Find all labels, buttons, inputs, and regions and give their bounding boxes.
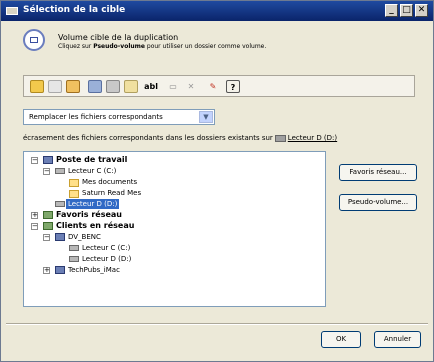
expand-icon[interactable]: + [43, 267, 50, 274]
folder-icon [69, 179, 79, 187]
tag-icon[interactable] [124, 80, 138, 93]
target-drive-link[interactable]: Lecteur D (D:) [288, 134, 337, 142]
computer-icon [55, 233, 65, 241]
drive-icon [55, 168, 65, 174]
favoris-reseau-button[interactable]: Favoris réseau... [339, 164, 417, 181]
tree-item-lecteur-c[interactable]: Lecteur C (C:) [68, 166, 116, 176]
tree-item-net-lecteur-c[interactable]: Lecteur C (C:) [82, 243, 130, 253]
tree-item-mes-documents[interactable]: Mes documents [82, 177, 137, 187]
header-title: Volume cible de la duplication [58, 33, 179, 42]
replace-mode-value: Remplacer les fichiers correspondants [29, 113, 163, 121]
expand-icon[interactable]: + [31, 212, 38, 219]
tree-item-poste-de-travail[interactable]: Poste de travail [56, 155, 127, 165]
collapse-icon[interactable]: − [43, 234, 50, 241]
tree-item-net-lecteur-d[interactable]: Lecteur D (D:) [82, 254, 131, 264]
cancel-button[interactable]: Annuler [374, 331, 421, 348]
toolbar: abl ▭ ✕ ✎ ? [23, 75, 415, 97]
network-icon [43, 211, 53, 219]
computer-icon [55, 266, 65, 274]
close-button[interactable]: ✕ [415, 4, 428, 17]
help-icon[interactable]: ? [226, 80, 240, 93]
delete-icon[interactable]: ✕ [184, 80, 198, 93]
volume-icon [23, 29, 45, 51]
copy-icon[interactable] [48, 80, 62, 93]
properties-icon[interactable] [106, 80, 120, 93]
header-subtitle: Cliquez sur Pseudo-volume pour utiliser … [58, 43, 267, 50]
tree-item-clients-en-reseau[interactable]: Clients en réseau [56, 221, 134, 231]
collapse-icon[interactable]: − [31, 157, 38, 164]
collapse-icon[interactable]: − [31, 223, 38, 230]
folder-icon[interactable] [66, 80, 80, 93]
window-icon [6, 7, 18, 15]
edit-icon[interactable]: ✎ [206, 80, 220, 93]
tree-item-lecteur-d-selected[interactable]: Lecteur D (D:) [66, 199, 120, 209]
replace-mode-select[interactable]: Remplacer les fichiers correspondants ▼ [23, 109, 215, 125]
tree-item-dv-benc[interactable]: DV_BENC [68, 232, 101, 242]
drive-icon [69, 245, 79, 251]
drive-icon [274, 134, 286, 142]
new-folder-icon[interactable] [30, 80, 44, 93]
folder-icon [69, 190, 79, 198]
ok-button[interactable]: OK [321, 331, 361, 348]
pseudo-volume-button[interactable]: Pseudo-volume... [339, 194, 417, 211]
comment-icon[interactable]: ▭ [166, 80, 180, 93]
description-text: écrasement des fichiers correspondants d… [23, 134, 338, 142]
rename-icon[interactable]: abl [142, 80, 160, 93]
minimize-button[interactable]: _ [385, 4, 398, 17]
tree-item-saturn-read-mes[interactable]: Saturn Read Mes [82, 188, 141, 198]
tree-item-techpubs-imac[interactable]: TechPubs_iMac [68, 265, 120, 275]
volume-tree[interactable]: − Poste de travail − Lecteur C (C:) Mes … [23, 151, 326, 307]
computer-icon [43, 156, 53, 164]
network-clients-icon [43, 222, 53, 230]
maximize-button[interactable]: □ [400, 4, 413, 17]
chevron-down-icon[interactable]: ▼ [199, 111, 213, 123]
drive-icon [55, 201, 65, 207]
collapse-icon[interactable]: − [43, 168, 50, 175]
title-bar[interactable]: Sélection de la cible _ □ ✕ [1, 1, 433, 21]
window-title: Sélection de la cible [23, 5, 126, 15]
window-view-icon[interactable] [88, 80, 102, 93]
tree-item-favoris-reseau[interactable]: Favoris réseau [56, 210, 122, 220]
dialog-window: Sélection de la cible _ □ ✕ Volume cible… [0, 0, 434, 362]
divider [6, 323, 428, 325]
drive-icon [69, 256, 79, 262]
